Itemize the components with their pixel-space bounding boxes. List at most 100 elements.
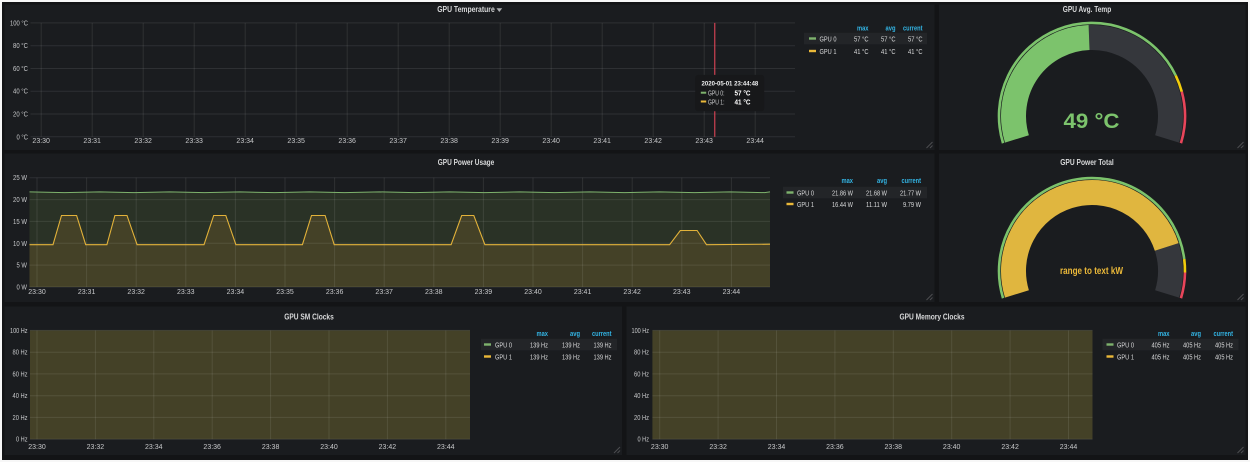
svg-text:23:42: 23:42 [1001, 444, 1019, 451]
svg-text:60 °C: 60 °C [13, 65, 28, 73]
svg-text:0 Hz: 0 Hz [638, 437, 650, 444]
svg-text:23:44: 23:44 [437, 444, 455, 451]
svg-text:41 °C: 41 °C [908, 47, 923, 56]
svg-text:23:30: 23:30 [32, 138, 50, 145]
svg-text:405 Hz: 405 Hz [1215, 352, 1233, 361]
svg-text:139 Hz: 139 Hz [530, 340, 548, 349]
svg-text:57 °C: 57 °C [854, 34, 869, 43]
svg-text:GPU Avg. Temp: GPU Avg. Temp [1063, 5, 1112, 14]
svg-text:80 Hz: 80 Hz [13, 350, 28, 357]
svg-text:23:31: 23:31 [83, 138, 101, 145]
svg-text:current: current [592, 329, 612, 338]
svg-text:23:35: 23:35 [276, 289, 294, 296]
svg-text:23:44: 23:44 [746, 138, 764, 145]
svg-text:max: max [537, 329, 549, 338]
svg-text:23:38: 23:38 [262, 444, 280, 451]
svg-text:60 Hz: 60 Hz [634, 371, 649, 378]
svg-text:405 Hz: 405 Hz [1152, 340, 1170, 349]
svg-text:GPU 0: GPU 0 [1117, 340, 1134, 349]
svg-text:23:41: 23:41 [593, 138, 611, 145]
svg-text:0 °C: 0 °C [17, 133, 29, 141]
svg-text:23:41: 23:41 [574, 289, 592, 296]
svg-text:20 W: 20 W [13, 197, 27, 204]
svg-text:23:36: 23:36 [826, 444, 844, 451]
svg-text:current: current [902, 176, 922, 185]
svg-text:16.44 W: 16.44 W [832, 200, 854, 209]
svg-text:23:32: 23:32 [134, 138, 152, 145]
svg-text:23:32: 23:32 [87, 444, 105, 451]
svg-text:23:36: 23:36 [326, 289, 344, 296]
svg-text:23:37: 23:37 [375, 289, 393, 296]
svg-text:405 Hz: 405 Hz [1215, 340, 1233, 349]
svg-text:49 °C: 49 °C [1064, 109, 1120, 133]
svg-text:23:44: 23:44 [1060, 444, 1078, 451]
svg-text:23:42: 23:42 [379, 444, 397, 451]
svg-text:139 Hz: 139 Hz [562, 352, 580, 361]
svg-text:41 °C: 41 °C [881, 47, 896, 56]
svg-text:20 Hz: 20 Hz [13, 415, 28, 422]
svg-text:23:38: 23:38 [425, 289, 443, 296]
svg-text:GPU 1: GPU 1 [797, 200, 814, 209]
svg-text:23:38: 23:38 [440, 138, 458, 145]
svg-text:23:43: 23:43 [695, 138, 713, 145]
svg-text:23:40: 23:40 [524, 289, 542, 296]
svg-text:9.79 W: 9.79 W [903, 200, 922, 209]
svg-text:23:32: 23:32 [127, 289, 145, 296]
svg-text:23:30: 23:30 [28, 289, 46, 296]
svg-text:405 Hz: 405 Hz [1152, 352, 1170, 361]
svg-text:23:40: 23:40 [943, 444, 961, 451]
svg-text:max: max [842, 176, 854, 185]
svg-text:40 °C: 40 °C [13, 88, 28, 96]
svg-text:23:36: 23:36 [338, 138, 356, 145]
svg-text:range to text kW: range to text kW [1060, 266, 1123, 277]
svg-text:avg: avg [886, 23, 896, 32]
svg-text:41 °C: 41 °C [854, 47, 869, 56]
svg-text:57 °C: 57 °C [881, 34, 896, 43]
svg-text:GPU Power Usage: GPU Power Usage [438, 158, 495, 167]
svg-text:max: max [1158, 329, 1170, 338]
svg-text:current: current [903, 23, 923, 32]
svg-text:23:34: 23:34 [227, 289, 245, 296]
svg-text:139 Hz: 139 Hz [530, 352, 548, 361]
svg-text:GPU Temperature: GPU Temperature [437, 5, 495, 14]
svg-text:57 °C: 57 °C [735, 90, 751, 98]
svg-text:avg: avg [877, 176, 887, 185]
svg-text:GPU 1: GPU 1 [1117, 352, 1134, 361]
svg-text:23:31: 23:31 [78, 289, 96, 296]
svg-text:25 W: 25 W [13, 175, 27, 182]
svg-text:139 Hz: 139 Hz [562, 340, 580, 349]
svg-text:23:34: 23:34 [768, 444, 786, 451]
svg-text:405 Hz: 405 Hz [1183, 352, 1201, 361]
svg-text:23:36: 23:36 [203, 444, 221, 451]
svg-text:23:38: 23:38 [885, 444, 903, 451]
svg-text:GPU 1: GPU 1 [495, 352, 512, 361]
svg-text:GPU 0:: GPU 0: [708, 91, 725, 98]
svg-text:23:43: 23:43 [673, 289, 691, 296]
svg-text:40 Hz: 40 Hz [634, 393, 649, 400]
svg-text:current: current [1214, 329, 1234, 338]
svg-text:GPU 0: GPU 0 [797, 188, 814, 197]
svg-text:21.86 W: 21.86 W [832, 188, 854, 197]
svg-text:23:42: 23:42 [623, 289, 641, 296]
svg-text:23:37: 23:37 [389, 138, 407, 145]
svg-text:5 W: 5 W [17, 263, 28, 270]
svg-text:15 W: 15 W [13, 219, 27, 226]
svg-text:57 °C: 57 °C [908, 34, 923, 43]
svg-text:GPU 0: GPU 0 [495, 340, 512, 349]
svg-text:20 °C: 20 °C [13, 111, 28, 119]
svg-text:23:30: 23:30 [651, 444, 669, 451]
svg-text:100 Hz: 100 Hz [632, 328, 650, 335]
svg-text:60 Hz: 60 Hz [13, 371, 28, 378]
svg-text:avg: avg [570, 329, 580, 338]
svg-text:GPU 1:: GPU 1: [708, 100, 725, 107]
svg-text:80 Hz: 80 Hz [634, 350, 649, 357]
svg-text:139 Hz: 139 Hz [594, 352, 612, 361]
svg-text:41 °C: 41 °C [735, 99, 751, 107]
svg-text:405 Hz: 405 Hz [1183, 340, 1201, 349]
svg-text:23:39: 23:39 [491, 138, 509, 145]
svg-text:0 Hz: 0 Hz [16, 437, 28, 444]
svg-text:11.11 W: 11.11 W [866, 200, 888, 209]
svg-text:23:34: 23:34 [145, 444, 163, 451]
svg-text:GPU Power Total: GPU Power Total [1060, 158, 1114, 167]
svg-text:21.68 W: 21.68 W [866, 188, 888, 197]
